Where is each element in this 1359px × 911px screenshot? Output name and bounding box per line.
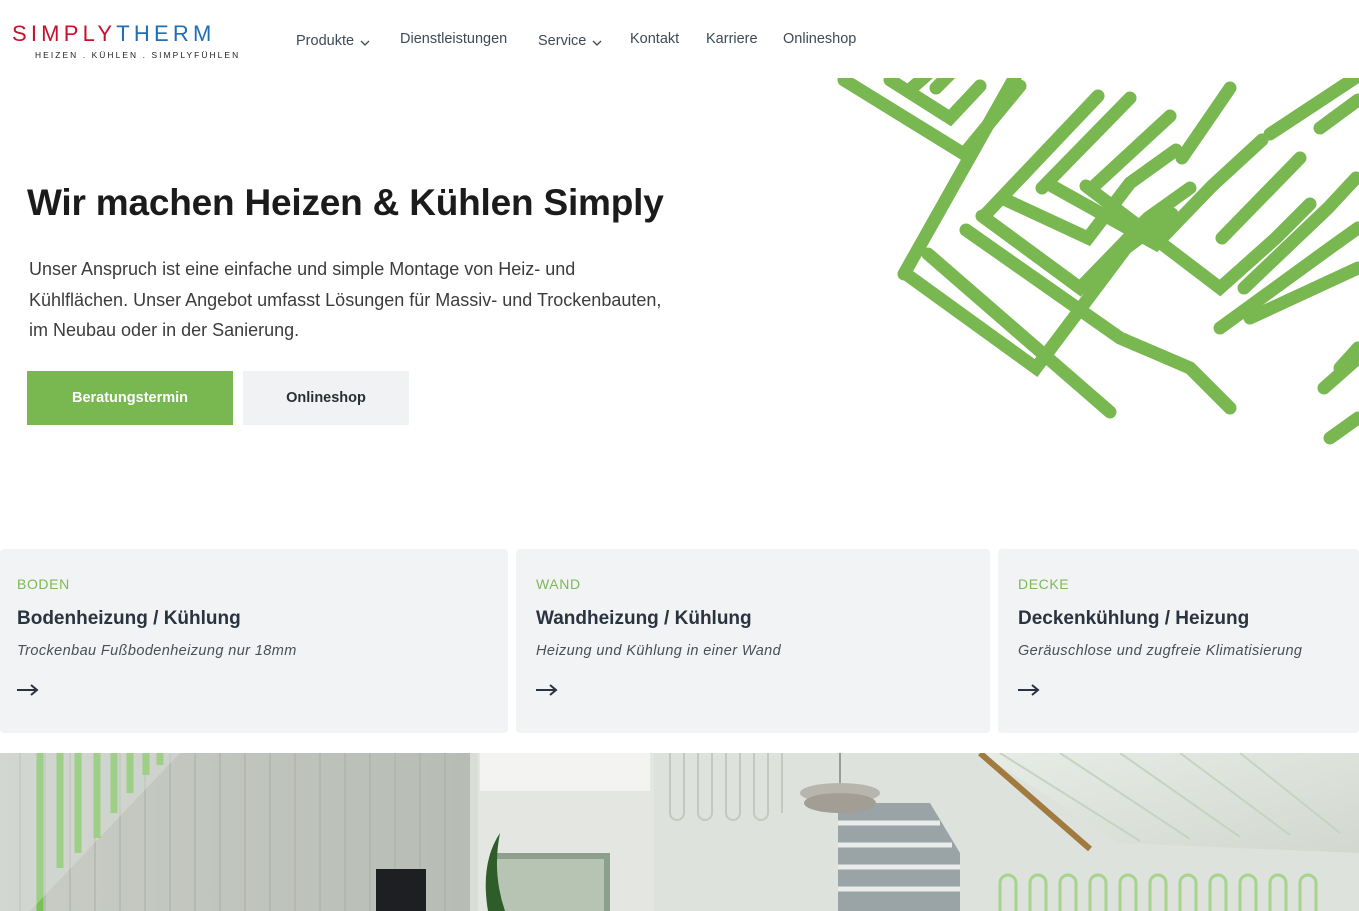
hero-title: Wir machen Heizen & Kühlen Simply	[27, 182, 664, 223]
nav-item-label: Karriere	[706, 31, 758, 47]
arrow-right-icon[interactable]	[535, 683, 559, 697]
nav-item-produkte[interactable]: Produkte	[296, 33, 370, 49]
card-title: Bodenheizung / Kühlung	[17, 608, 241, 629]
nav-item-label: Service	[538, 33, 587, 49]
hero-description: Unser Anspruch ist eine einfache und sim…	[29, 259, 662, 340]
onlineshop-button[interactable]: Onlineshop	[243, 371, 409, 425]
nav-item-label: Produkte	[296, 33, 355, 49]
card-subtitle: Trockenbau Fußbodenheizung nur 18mm	[17, 643, 297, 659]
nav-item-label: Onlineshop	[783, 31, 857, 47]
chevron-down-icon	[592, 40, 602, 46]
nav-item-onlineshop[interactable]: Onlineshop	[783, 31, 856, 47]
site-header: SIMPLYTHERM HEIZEN . KÜHLEN . SIMPLYFÜHL…	[0, 0, 1359, 78]
nav-item-karriere[interactable]: Karriere	[706, 31, 758, 47]
card-kicker: DECKE	[1018, 576, 1070, 592]
card-title: Deckenkühlung / Heizung	[1018, 608, 1250, 629]
card-title: Wandheizung / Kühlung	[536, 608, 752, 629]
arrow-right-icon[interactable]	[1017, 683, 1041, 697]
simplytherm-logo[interactable]: SIMPLYTHERM HEIZEN . KÜHLEN . SIMPLYFÜHL…	[12, 22, 257, 62]
card-kicker: WAND	[536, 576, 581, 592]
interior-room-photo	[0, 753, 1359, 911]
nav-item-dienstleistungen[interactable]: Dienstleistungen	[400, 31, 507, 47]
heating-pipe-pattern-graphic	[830, 78, 1359, 458]
logo-wordmark: SIMPLYTHERM	[12, 22, 257, 46]
card-wand[interactable]: WAND Wandheizung / Kühlung Heizung und K…	[516, 549, 990, 733]
nav-item-kontakt[interactable]: Kontakt	[630, 31, 679, 47]
logo-word-simply: SIMPLY	[12, 21, 117, 46]
chevron-down-icon	[360, 40, 370, 46]
arrow-right-icon[interactable]	[16, 683, 40, 697]
logo-tagline: HEIZEN . KÜHLEN . SIMPLYFÜHLEN	[35, 50, 241, 60]
nav-item-label: Kontakt	[630, 31, 680, 47]
pipe-pattern-svg	[837, 78, 1359, 445]
card-kicker: BODEN	[17, 576, 70, 592]
card-boden[interactable]: BODEN Bodenheizung / Kühlung Trockenbau …	[0, 549, 508, 733]
card-subtitle: Heizung und Kühlung in einer Wand	[536, 643, 782, 659]
nav-item-service[interactable]: Service	[538, 33, 602, 49]
beratungstermin-button[interactable]: Beratungstermin	[27, 371, 233, 425]
card-subtitle: Geräuschlose und zugfreie Klimatisierung	[1018, 643, 1303, 659]
logo-word-therm: THERM	[116, 21, 216, 46]
interior-room-illustration	[0, 753, 1359, 911]
nav-item-label: Dienstleistungen	[400, 31, 508, 47]
card-decke[interactable]: DECKE Deckenkühlung / Heizung Geräuschlo…	[998, 549, 1359, 733]
